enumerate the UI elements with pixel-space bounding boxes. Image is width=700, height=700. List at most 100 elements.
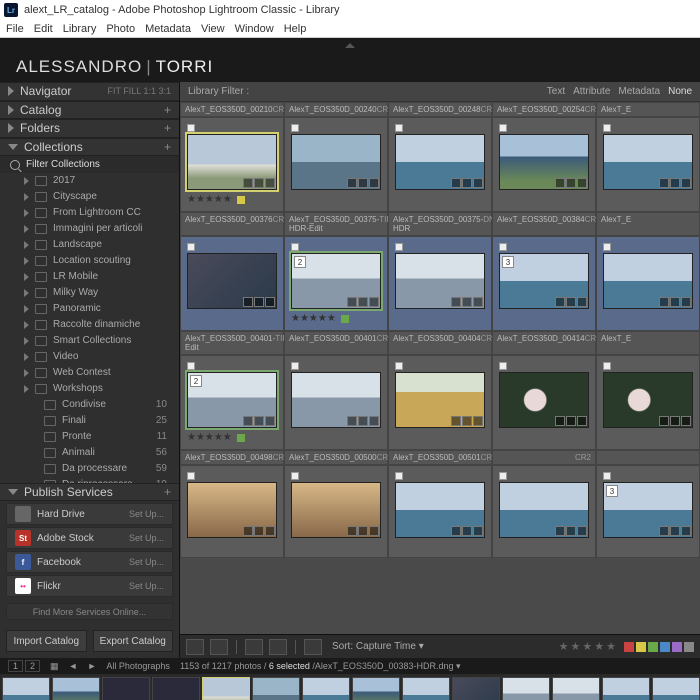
collection-set[interactable]: Smart Collections — [0, 333, 179, 349]
nav-back-icon[interactable]: ◄ — [69, 661, 78, 671]
filter-metadata[interactable]: Metadata — [618, 86, 660, 97]
thumbnail[interactable]: 2 — [187, 372, 277, 428]
filmstrip-thumb[interactable] — [552, 677, 600, 700]
menu-library[interactable]: Library — [63, 23, 97, 35]
filmstrip-thumb[interactable] — [52, 677, 100, 700]
pick-flag[interactable] — [187, 124, 195, 132]
filmstrip-thumb[interactable] — [402, 677, 450, 700]
pick-flag[interactable] — [603, 362, 611, 370]
filter-none[interactable]: None — [668, 86, 692, 97]
grid-mode-icon[interactable]: ▦ — [50, 661, 59, 672]
thumbnail[interactable] — [499, 134, 589, 190]
collection-set[interactable]: 2017 — [0, 173, 179, 189]
thumbnail[interactable]: 2 — [291, 253, 381, 309]
top-panel-toggle[interactable] — [0, 38, 700, 52]
nav-fwd-icon[interactable]: ► — [87, 661, 96, 671]
menu-photo[interactable]: Photo — [106, 23, 135, 35]
pick-flag[interactable] — [499, 124, 507, 132]
sort-direction-icon[interactable] — [269, 639, 287, 655]
pick-flag[interactable] — [499, 472, 507, 480]
thumbnail[interactable] — [603, 372, 693, 428]
filmstrip-thumb[interactable] — [102, 677, 150, 700]
menubar[interactable]: FileEditLibraryPhotoMetadataViewWindowHe… — [0, 20, 700, 38]
menu-metadata[interactable]: Metadata — [145, 23, 191, 35]
panel-catalog[interactable]: Catalog+ — [0, 101, 179, 120]
collection-set[interactable]: Immagini per articoli — [0, 221, 179, 237]
collection[interactable]: Animali56 — [0, 445, 179, 461]
grid-cell[interactable]: · · · · · — [388, 236, 492, 331]
filmstrip-thumb[interactable] — [252, 677, 300, 700]
thumbnail[interactable]: 3 — [499, 253, 589, 309]
thumbnail[interactable] — [499, 482, 589, 538]
grid-cell[interactable]: · · · · · — [284, 355, 388, 450]
grid-cell[interactable]: · · · · · — [388, 465, 492, 558]
grid-cell[interactable]: · · · · · — [596, 236, 700, 331]
grid-view-icon[interactable] — [186, 639, 204, 655]
thumbnail[interactable] — [603, 134, 693, 190]
pick-flag[interactable] — [395, 362, 403, 370]
publish-service[interactable]: Hard DriveSet Up... — [6, 503, 173, 525]
pick-flag[interactable] — [291, 243, 299, 251]
collection-set[interactable]: Video — [0, 349, 179, 365]
menu-edit[interactable]: Edit — [34, 23, 53, 35]
pick-flag[interactable] — [603, 243, 611, 251]
panel-collections[interactable]: Collections+ — [0, 138, 179, 157]
filmstrip-thumb[interactable] — [152, 677, 200, 700]
menu-file[interactable]: File — [6, 23, 24, 35]
collection-set[interactable]: Milky Way — [0, 285, 179, 301]
filmstrip-thumb[interactable] — [202, 677, 250, 700]
panel-folders[interactable]: Folders+ — [0, 119, 179, 138]
collection-set[interactable]: LR Mobile — [0, 269, 179, 285]
pick-flag[interactable] — [291, 362, 299, 370]
pick-flag[interactable] — [499, 243, 507, 251]
grid-cell[interactable]: · · · · · — [284, 465, 388, 558]
grid-cell[interactable]: 3· · · · · — [596, 465, 700, 558]
pick-flag[interactable] — [291, 472, 299, 480]
collection[interactable]: Da processare59 — [0, 461, 179, 477]
color-swatch[interactable] — [660, 642, 670, 652]
filter-collections-input[interactable]: Filter Collections — [0, 156, 179, 173]
collection[interactable]: Pronte11 — [0, 429, 179, 445]
filmstrip-thumb[interactable] — [502, 677, 550, 700]
pick-flag[interactable] — [499, 362, 507, 370]
thumbnail[interactable] — [291, 482, 381, 538]
grid-cell[interactable]: · · · · · — [492, 465, 596, 558]
collection-set[interactable]: Panoramic — [0, 301, 179, 317]
find-more-services[interactable]: Find More Services Online... — [6, 603, 173, 620]
pick-flag[interactable] — [603, 124, 611, 132]
pick-flag[interactable] — [395, 243, 403, 251]
thumbnail[interactable] — [187, 253, 277, 309]
filter-text[interactable]: Text — [547, 86, 565, 97]
grid-cell[interactable]: · · · · · — [180, 236, 284, 331]
color-swatch[interactable] — [636, 642, 646, 652]
sync-icon[interactable] — [304, 639, 322, 655]
grid-cell[interactable]: · · · · · — [284, 117, 388, 212]
grid-cell[interactable]: 2★★★★★ — [180, 355, 284, 450]
thumbnail[interactable] — [499, 372, 589, 428]
filmstrip-thumb[interactable] — [302, 677, 350, 700]
collection-set[interactable]: Raccolte dinamiche — [0, 317, 179, 333]
export-catalog-button[interactable]: Export Catalog — [93, 630, 174, 652]
color-swatch[interactable] — [672, 642, 682, 652]
filmstrip-thumb[interactable] — [2, 677, 50, 700]
collection-set[interactable]: Cityscape — [0, 189, 179, 205]
pick-flag[interactable] — [291, 124, 299, 132]
publish-service[interactable]: StAdobe StockSet Up... — [6, 527, 173, 549]
grid-cell[interactable]: 2★★★★★ — [284, 236, 388, 331]
grid-cell[interactable]: · · · · · — [388, 117, 492, 212]
grid-cell[interactable]: 3· · · · · — [492, 236, 596, 331]
thumbnail[interactable] — [291, 134, 381, 190]
menu-help[interactable]: Help — [284, 23, 307, 35]
pick-flag[interactable] — [187, 362, 195, 370]
thumbnail[interactable] — [603, 253, 693, 309]
thumbnail[interactable]: 3 — [603, 482, 693, 538]
collection[interactable]: Finali25 — [0, 413, 179, 429]
pick-flag[interactable] — [187, 243, 195, 251]
collection-set[interactable]: Landscape — [0, 237, 179, 253]
menu-view[interactable]: View — [201, 23, 225, 35]
publish-service[interactable]: ••FlickrSet Up... — [6, 575, 173, 597]
publish-service[interactable]: fFacebookSet Up... — [6, 551, 173, 573]
filmstrip-thumb[interactable] — [602, 677, 650, 700]
filmstrip-thumb[interactable] — [652, 677, 700, 700]
grid-cell[interactable]: · · · · · — [492, 117, 596, 212]
